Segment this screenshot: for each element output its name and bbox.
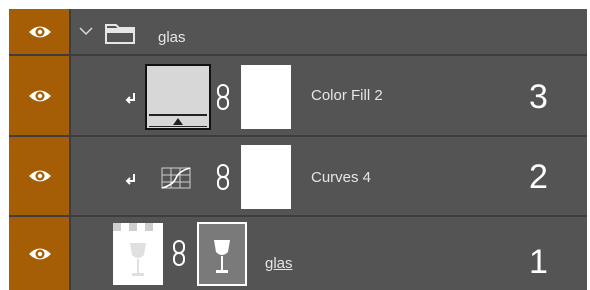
layer-number: 2 — [529, 158, 548, 196]
curves-icon[interactable] — [161, 167, 191, 189]
layer-number: 3 — [529, 78, 548, 116]
layer-name[interactable]: glas — [158, 29, 186, 46]
glass-silhouette-icon — [214, 240, 230, 273]
layer-thumbnail[interactable] — [113, 223, 163, 285]
eye-icon[interactable] — [28, 24, 52, 40]
visibility-toggle[interactable] — [9, 137, 71, 215]
layer-number: 1 — [529, 243, 548, 281]
layer-row-curves[interactable]: Curves 4 2 — [9, 137, 587, 217]
visibility-toggle[interactable] — [9, 9, 71, 54]
layer-row-color-fill[interactable]: Color Fill 2 3 — [9, 56, 587, 137]
layers-panel: glas Color Fill 2 3 Curves 4 2 glas 1 — [9, 9, 587, 290]
eye-icon[interactable] — [28, 246, 52, 262]
layer-name[interactable]: glas — [265, 255, 293, 272]
folder-icon — [105, 24, 135, 44]
eye-icon[interactable] — [28, 168, 52, 184]
checkerboard-pattern — [113, 223, 153, 231]
glass-icon — [130, 243, 146, 276]
mask-thumbnail[interactable] — [241, 65, 291, 129]
chain-link-icon[interactable] — [216, 83, 230, 111]
layer-name[interactable]: Color Fill 2 — [311, 87, 383, 104]
mask-thumbnail[interactable] — [197, 222, 247, 286]
clip-arrow-icon — [125, 174, 135, 185]
chevron-down-icon[interactable] — [79, 26, 93, 36]
layer-row-group[interactable]: glas — [9, 9, 587, 56]
visibility-toggle[interactable] — [9, 217, 71, 290]
fill-thumbnail[interactable] — [145, 64, 211, 130]
triangle-icon — [173, 118, 183, 125]
visibility-toggle[interactable] — [9, 56, 71, 135]
layer-name[interactable]: Curves 4 — [311, 169, 371, 186]
chain-link-icon[interactable] — [216, 163, 230, 191]
eye-icon[interactable] — [28, 88, 52, 104]
chain-link-icon[interactable] — [172, 239, 186, 267]
mask-thumbnail[interactable] — [241, 145, 291, 209]
layer-row-pixel[interactable]: glas 1 — [9, 217, 587, 290]
clip-arrow-icon — [125, 93, 135, 104]
